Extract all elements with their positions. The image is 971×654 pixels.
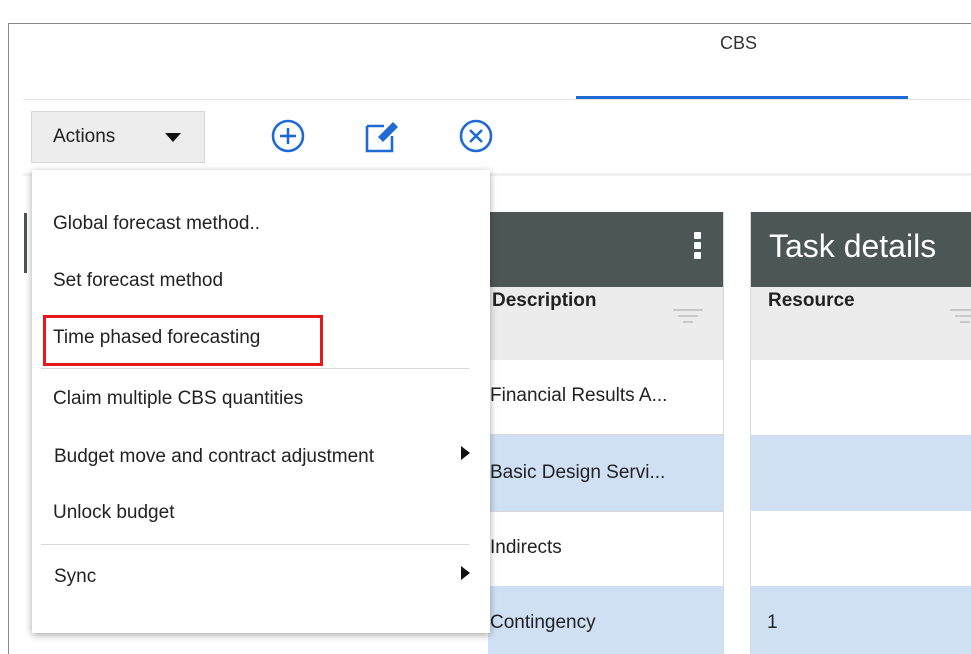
grid-left-edge xyxy=(24,213,27,273)
chevron-right-icon xyxy=(461,566,470,580)
frame-top-border xyxy=(8,23,971,24)
menu-item-unlock-budget[interactable]: Unlock budget xyxy=(53,502,174,524)
filter-icon[interactable] xyxy=(673,309,703,325)
add-circle-icon[interactable] xyxy=(270,118,306,154)
tabbar-divider xyxy=(23,99,971,100)
chevron-right-icon xyxy=(461,446,470,460)
row-description: Basic Design Servi... xyxy=(490,462,666,483)
tab-cbs[interactable]: CBS xyxy=(720,33,757,54)
resource-column-label: Resource xyxy=(768,290,855,311)
caret-down-icon xyxy=(165,133,181,142)
actions-label: Actions xyxy=(53,126,116,147)
more-options-icon[interactable] xyxy=(694,232,702,262)
row-description: Financial Results A... xyxy=(490,385,668,406)
column-gap xyxy=(723,212,751,654)
menu-divider xyxy=(41,368,469,369)
column-border xyxy=(750,212,751,654)
menu-item-sync[interactable]: Sync xyxy=(54,566,96,588)
description-column-label: Description xyxy=(492,290,597,311)
menu-item-claim-multiple-cbs-quantities[interactable]: Claim multiple CBS quantities xyxy=(53,388,303,410)
description-group-header xyxy=(488,212,723,287)
frame-left-border xyxy=(8,23,9,654)
menu-item-set-forecast-method[interactable]: Set forecast method xyxy=(53,270,223,292)
menu-item-budget-move-contract-adjustment[interactable]: Budget move and contract adjustment xyxy=(54,446,374,468)
edit-icon[interactable] xyxy=(364,118,400,154)
filter-icon[interactable] xyxy=(950,309,971,325)
highlight-annotation xyxy=(43,315,323,366)
task-details-title: Task details xyxy=(769,228,937,264)
column-border xyxy=(723,212,724,654)
menu-item-global-forecast-method[interactable]: Global forecast method.. xyxy=(53,213,260,235)
row-description: Indirects xyxy=(490,537,562,558)
close-circle-icon[interactable] xyxy=(458,118,494,154)
menu-divider xyxy=(41,544,469,545)
row-description: Contingency xyxy=(490,612,596,633)
row-resource: 1 xyxy=(767,612,778,633)
